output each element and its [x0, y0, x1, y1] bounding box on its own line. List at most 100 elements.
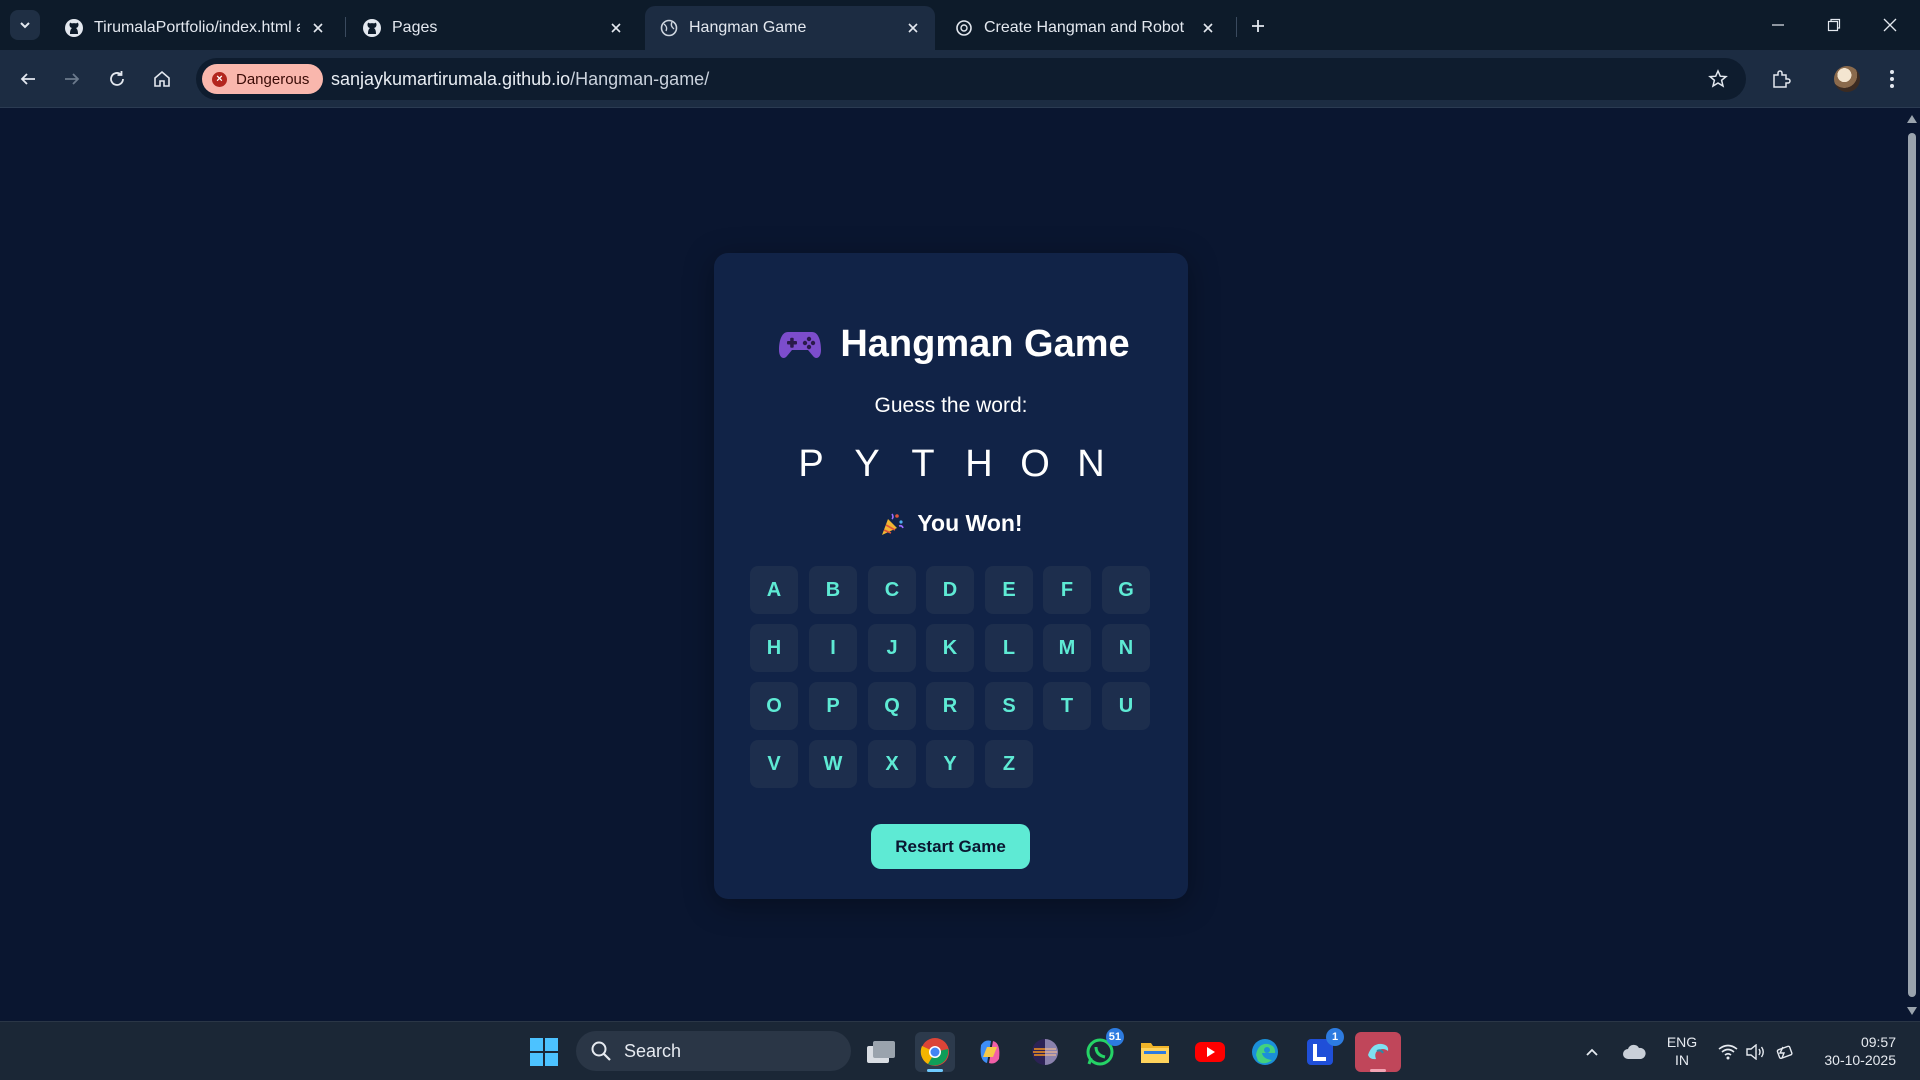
home-button[interactable] — [146, 63, 178, 95]
clock-date: 30-10-2025 — [1824, 1052, 1896, 1068]
task-view-button[interactable] — [861, 1032, 901, 1072]
restart-game-button[interactable]: Restart Game — [871, 824, 1030, 869]
github-icon — [362, 18, 382, 38]
key-o[interactable]: O — [750, 682, 798, 730]
profile-avatar-button[interactable] — [1831, 63, 1863, 95]
battery-status[interactable] — [1770, 1032, 1798, 1072]
taskbar-chrome[interactable] — [915, 1032, 955, 1072]
volume-icon — [1746, 1044, 1764, 1060]
page-scrollbar[interactable] — [1904, 109, 1920, 1021]
language-indicator[interactable]: ENG IN — [1664, 1033, 1700, 1069]
key-t[interactable]: T — [1043, 682, 1091, 730]
key-c[interactable]: C — [868, 566, 916, 614]
taskbar-copilot[interactable] — [970, 1032, 1010, 1072]
key-w[interactable]: W — [809, 740, 857, 788]
key-b[interactable]: B — [809, 566, 857, 614]
close-icon[interactable] — [606, 18, 626, 38]
new-tab-button[interactable] — [1244, 12, 1272, 40]
security-status-chip[interactable]: × Dangerous — [202, 64, 324, 94]
tab-portfolio[interactable]: TirumalaPortfolio/index.html at — [50, 6, 340, 50]
key-x[interactable]: X — [868, 740, 916, 788]
notification-badge: 51 — [1105, 1028, 1124, 1046]
reload-icon — [110, 71, 124, 86]
key-q[interactable]: Q — [868, 682, 916, 730]
key-y[interactable]: Y — [926, 740, 974, 788]
forward-button[interactable] — [56, 63, 88, 95]
close-icon[interactable] — [308, 18, 328, 38]
onedrive-button[interactable] — [1614, 1032, 1654, 1072]
active-indicator — [927, 1069, 943, 1072]
browser-toolbar: × Dangerous sanjaykumartirumala.github.i… — [0, 50, 1920, 108]
scroll-up-icon[interactable] — [1907, 115, 1917, 123]
tab-strip: TirumalaPortfolio/index.html at Pages Ha… — [0, 0, 1920, 50]
taskbar-lens-app[interactable]: 1 — [1300, 1028, 1344, 1072]
wifi-status[interactable] — [1714, 1032, 1742, 1072]
volume-status[interactable] — [1742, 1032, 1770, 1072]
show-hidden-icons-button[interactable] — [1572, 1032, 1612, 1072]
key-k[interactable]: K — [926, 624, 974, 672]
key-g[interactable]: G — [1102, 566, 1150, 614]
bookmark-star-icon[interactable] — [1706, 67, 1730, 91]
key-i[interactable]: I — [809, 624, 857, 672]
key-z[interactable]: Z — [985, 740, 1033, 788]
close-icon[interactable] — [903, 18, 923, 38]
key-m[interactable]: M — [1043, 624, 1091, 672]
key-e[interactable]: E — [985, 566, 1033, 614]
chatgpt-icon — [954, 18, 974, 38]
key-r[interactable]: R — [926, 682, 974, 730]
key-n[interactable]: N — [1102, 624, 1150, 672]
word-letter: Y — [854, 443, 880, 485]
eclipse-icon — [1032, 1039, 1058, 1065]
key-f[interactable]: F — [1043, 566, 1091, 614]
word-display: P Y T H O N — [714, 443, 1188, 486]
plus-icon — [1252, 20, 1264, 32]
key-j[interactable]: J — [868, 624, 916, 672]
restore-button[interactable] — [1806, 0, 1862, 50]
close-icon[interactable] — [1198, 18, 1218, 38]
key-p[interactable]: P — [809, 682, 857, 730]
key-l[interactable]: L — [985, 624, 1033, 672]
minimize-button[interactable] — [1750, 0, 1806, 50]
taskbar-whatsapp[interactable]: 51 — [1080, 1028, 1124, 1072]
address-bar[interactable]: × Dangerous sanjaykumartirumala.github.i… — [196, 58, 1746, 100]
status-row: You Won! — [714, 510, 1188, 537]
scroll-down-icon[interactable] — [1907, 1007, 1917, 1015]
key-h[interactable]: H — [750, 624, 798, 672]
taskbar-edge[interactable] — [1245, 1032, 1285, 1072]
key-d[interactable]: D — [926, 566, 974, 614]
tab-create-hangman[interactable]: Create Hangman and Robot — [940, 6, 1230, 50]
taskbar-search-label: Search — [624, 1040, 682, 1061]
tab-hangman-game[interactable]: Hangman Game — [645, 6, 935, 50]
battery-charging-icon — [1776, 1045, 1793, 1060]
url-host: sanjaykumartirumala.github.io — [331, 69, 571, 89]
close-window-button[interactable] — [1862, 0, 1918, 50]
taskbar-search[interactable]: Search — [576, 1031, 851, 1071]
guess-prompt: Guess the word: — [874, 394, 1028, 417]
clock-time: 09:57 — [1860, 1034, 1896, 1050]
system-clock[interactable]: 09:57 30-10-2025 — [1810, 1033, 1896, 1069]
start-button[interactable] — [524, 1032, 564, 1072]
browser-menu-button[interactable] — [1876, 63, 1908, 95]
file-explorer-icon — [1141, 1043, 1169, 1063]
url-path: /Hangman-game/ — [570, 69, 710, 89]
copilot-icon — [980, 1040, 1000, 1064]
gamepad-icon — [779, 331, 822, 358]
extensions-button[interactable] — [1765, 63, 1797, 95]
reload-button[interactable] — [101, 63, 133, 95]
youtube-icon — [1195, 1042, 1225, 1062]
key-a[interactable]: A — [750, 566, 798, 614]
tab-pages[interactable]: Pages — [348, 6, 638, 50]
scroll-thumb[interactable] — [1908, 133, 1916, 997]
taskbar-wave-app[interactable] — [1355, 1032, 1401, 1072]
back-button[interactable] — [12, 63, 44, 95]
url-text[interactable]: sanjaykumartirumala.github.io/Hangman-ga… — [331, 69, 709, 90]
taskbar-file-explorer[interactable] — [1135, 1032, 1175, 1072]
taskbar-eclipse[interactable] — [1025, 1032, 1065, 1072]
key-v[interactable]: V — [750, 740, 798, 788]
taskbar-youtube[interactable] — [1190, 1032, 1230, 1072]
key-s[interactable]: S — [985, 682, 1033, 730]
key-u[interactable]: U — [1102, 682, 1150, 730]
game-status: You Won! — [917, 510, 1023, 536]
home-icon — [154, 70, 170, 87]
tab-search-button[interactable] — [10, 10, 40, 40]
